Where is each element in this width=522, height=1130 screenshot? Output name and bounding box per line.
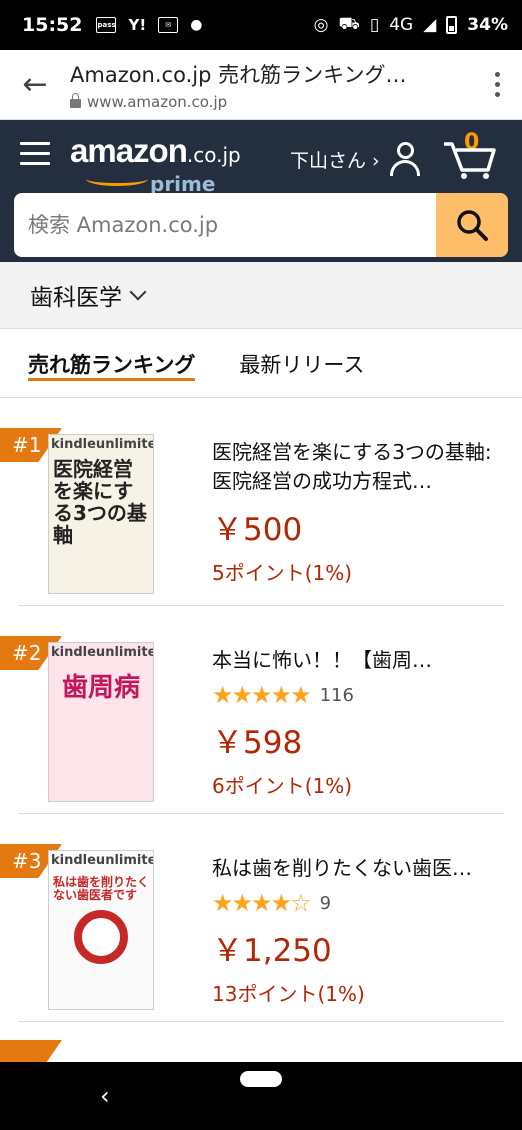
- overflow-menu-icon[interactable]: [472, 72, 522, 97]
- logo-smile-icon: [86, 172, 148, 186]
- review-count: 9: [319, 892, 332, 914]
- product-list: #1 kindleunlimited 医院経営を楽にする3つの基軸 医院経営を楽…: [0, 398, 522, 1074]
- nav-back-icon[interactable]: ‹: [100, 1082, 110, 1110]
- review-count: 116: [319, 684, 354, 706]
- product-points: 13ポイント(1%): [212, 982, 365, 1006]
- yahoo-icon: Y!: [128, 16, 147, 34]
- nfc-icon: ◎: [313, 15, 329, 35]
- system-nav-bar: ‹: [0, 1062, 522, 1130]
- kindle-unlimited-badge: kindleunlimited: [51, 853, 153, 868]
- back-arrow-icon[interactable]: ←: [0, 67, 70, 102]
- ranking-tabs: 売れ筋ランキング 最新リリース: [0, 328, 522, 398]
- search-bar: [14, 193, 508, 257]
- book-cover[interactable]: kindleunlimited 医院経営を楽にする3つの基軸: [48, 434, 154, 594]
- battery-level: 34%: [467, 15, 508, 35]
- kindle-unlimited-badge: kindleunlimited: [51, 645, 153, 660]
- network-label: 4G: [389, 15, 414, 35]
- logo-word: amazon: [70, 132, 188, 169]
- cover-title: 医院経営を楽にする3つの基軸: [53, 457, 147, 547]
- battery-icon: [446, 16, 458, 34]
- list-item[interactable]: #2 kindleunlimited 歯周病 本当に怖い！！【歯周… ★★★★★…: [0, 606, 504, 814]
- product-info: 本当に怖い！！【歯周… ★★★★★ 116 ￥598 6ポイント(1%): [212, 646, 502, 799]
- browser-title-block[interactable]: Amazon.co.jp 売れ筋ランキング… www.amazon.co.jp: [70, 59, 472, 111]
- list-item[interactable]: #3 kindleunlimited 私は歯を削りたくない歯医者です 私は歯を削…: [0, 814, 504, 1022]
- product-title[interactable]: 私は歯を削りたくない歯医…: [212, 854, 502, 883]
- signal-icon: ◢: [423, 15, 437, 35]
- amazon-header: amazon.co.jp prime 下山さん › 0: [0, 120, 522, 262]
- product-price: ￥500: [212, 512, 303, 548]
- product-title[interactable]: 本当に怖い！！【歯周…: [212, 646, 502, 675]
- user-name: 下山さん ›: [290, 149, 380, 172]
- category-label: 歯科医学: [30, 285, 122, 311]
- cart-icon: [444, 142, 496, 179]
- account-link[interactable]: 下山さん ›: [290, 142, 422, 176]
- browser-toolbar: ← Amazon.co.jp 売れ筋ランキング… www.amazon.co.j…: [0, 50, 522, 120]
- product-price: ￥1,250: [212, 933, 332, 969]
- tab-new-releases[interactable]: 最新リリース: [239, 329, 364, 397]
- vibrate-icon: ▯: [369, 15, 380, 35]
- url-text: www.amazon.co.jp: [87, 92, 228, 111]
- search-button[interactable]: [436, 193, 508, 257]
- category-dropdown[interactable]: 歯科医学: [0, 262, 522, 328]
- cover-title: 歯周病: [61, 673, 140, 703]
- page-title: Amazon.co.jp 売れ筋ランキング…: [70, 62, 407, 87]
- kindle-unlimited-badge: kindleunlimited: [51, 437, 153, 452]
- url-row: www.amazon.co.jp: [70, 93, 472, 111]
- star-icons: ★★★★★: [212, 681, 312, 709]
- book-cover[interactable]: kindleunlimited 私は歯を削りたくない歯医者です: [48, 850, 154, 1010]
- logo-suffix: .co.jp: [186, 143, 241, 167]
- lock-icon: [70, 93, 81, 108]
- car-icon: ⛟: [338, 14, 360, 34]
- book-cover[interactable]: kindleunlimited 歯周病: [48, 642, 154, 802]
- mail-icon: ✉: [158, 17, 179, 33]
- status-bar: 15:52 pass Y! ✉ ● ◎ ⛟ ▯ 4G ◢ 34%: [0, 0, 522, 50]
- rating-stars[interactable]: ★★★★☆ 9: [212, 889, 502, 917]
- product-points: 6ポイント(1%): [212, 774, 353, 798]
- hamburger-menu-icon[interactable]: [20, 142, 50, 172]
- list-item[interactable]: #1 kindleunlimited 医院経営を楽にする3つの基軸 医院経営を楽…: [0, 398, 504, 606]
- product-info: 医院経営を楽にする3つの基軸: 医院経営の成功方程式… ￥500 5ポイント(1…: [212, 438, 502, 586]
- home-pill-icon[interactable]: [240, 1071, 282, 1087]
- rating-stars[interactable]: ★★★★★ 116: [212, 681, 502, 709]
- amazon-logo[interactable]: amazon.co.jp prime: [70, 132, 241, 196]
- person-icon: [388, 142, 422, 176]
- star-icons: ★★★★☆: [212, 889, 312, 917]
- search-icon: [457, 210, 488, 241]
- product-info: 私は歯を削りたくない歯医… ★★★★☆ 9 ￥1,250 13ポイント(1%): [212, 854, 502, 1007]
- product-title[interactable]: 医院経営を楽にする3つの基軸: 医院経営の成功方程式…: [212, 438, 502, 496]
- pass-icon: pass: [96, 17, 117, 33]
- cover-title: 私は歯を削りたくない歯医者です: [53, 875, 150, 903]
- tab-bestsellers[interactable]: 売れ筋ランキング: [28, 329, 196, 381]
- product-price: ￥598: [212, 725, 303, 761]
- product-points: 5ポイント(1%): [212, 561, 353, 585]
- cover-emblem-icon: [74, 910, 128, 965]
- status-time: 15:52: [22, 14, 83, 36]
- notification-dot-icon: ●: [190, 17, 203, 33]
- list-item-partial: [0, 1022, 504, 1074]
- cart-button[interactable]: 0: [442, 130, 498, 180]
- search-input[interactable]: [14, 193, 436, 257]
- chevron-down-icon: [129, 283, 147, 301]
- status-right: ◎ ⛟ ▯ 4G ◢ 34%: [314, 14, 508, 36]
